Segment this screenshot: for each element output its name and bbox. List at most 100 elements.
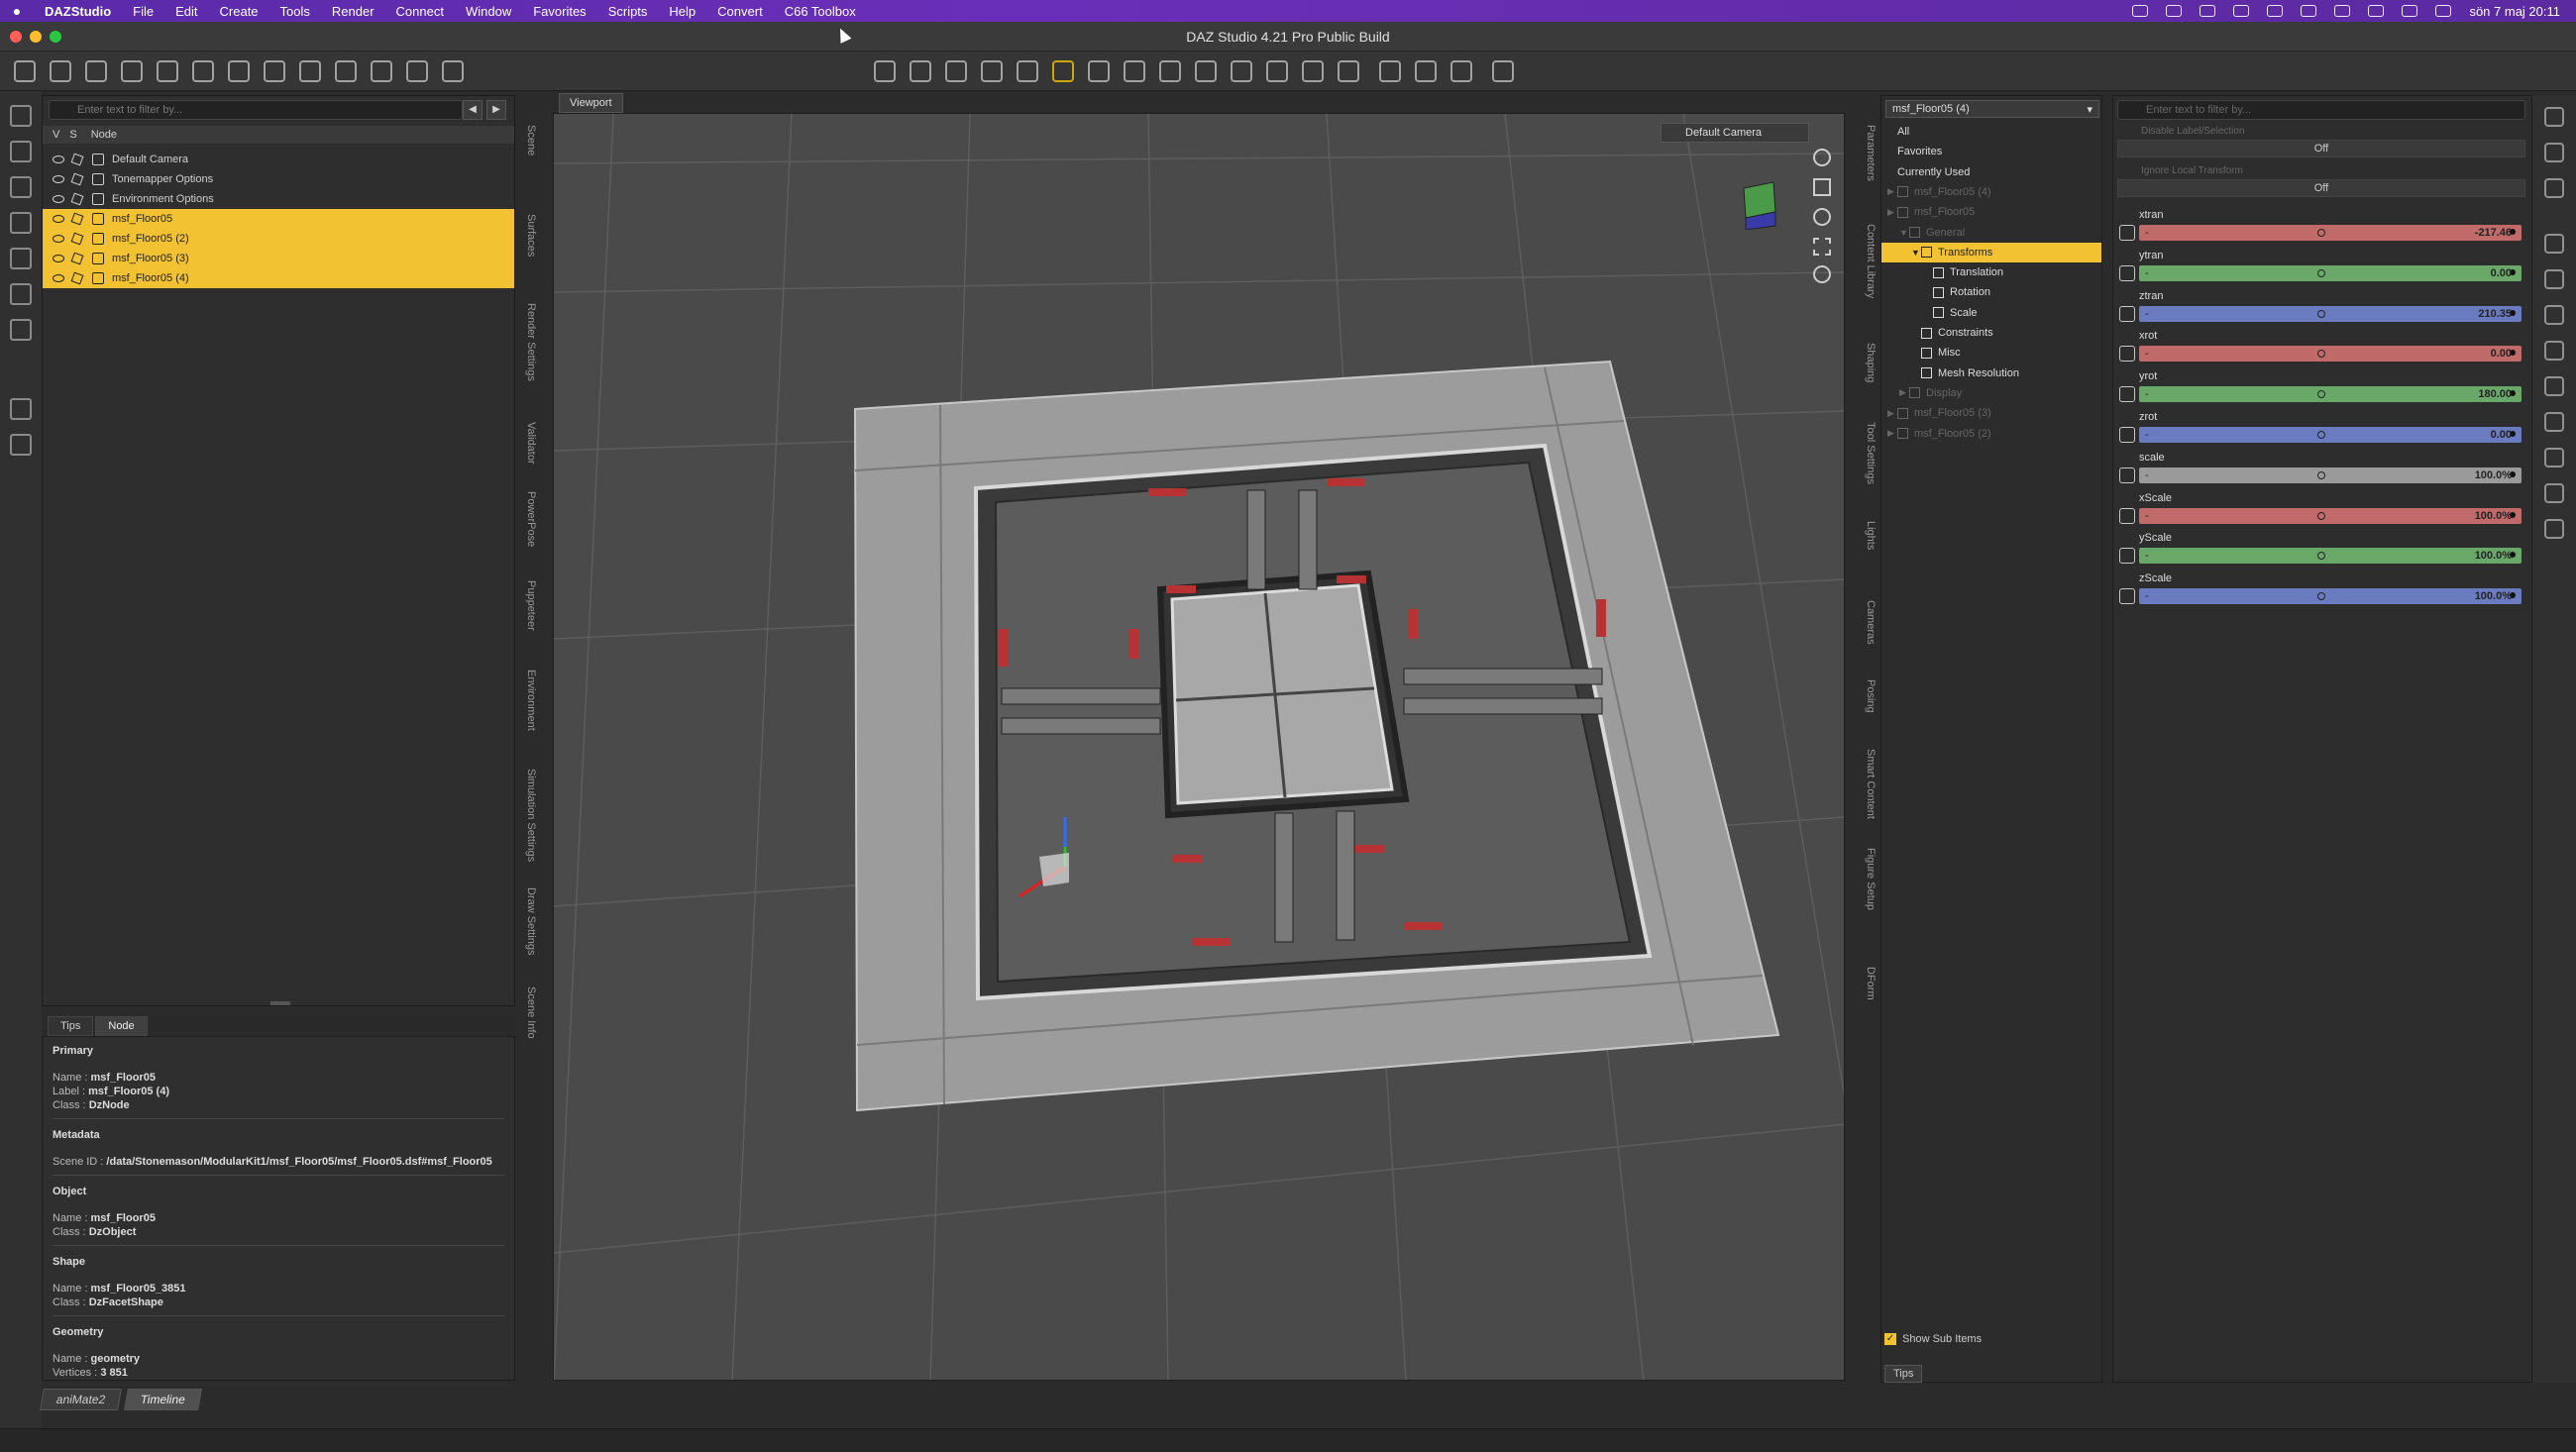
eye-icon[interactable] bbox=[53, 235, 64, 243]
expander-icon[interactable]: ▶ bbox=[1887, 186, 1897, 197]
slider-minus[interactable]: - bbox=[2145, 267, 2149, 279]
select-tool-icon[interactable] bbox=[14, 60, 36, 82]
menu-create[interactable]: Create bbox=[209, 4, 269, 19]
param-tree-item[interactable]: Misc bbox=[1881, 343, 2101, 363]
property-type-icon[interactable] bbox=[2119, 264, 2135, 281]
mesh-tool-icon[interactable] bbox=[335, 60, 357, 82]
region-render-icon[interactable] bbox=[1302, 60, 1324, 82]
apple-icon[interactable]: ● bbox=[0, 3, 34, 19]
eye-icon[interactable] bbox=[53, 255, 64, 262]
param-tree-item[interactable]: Currently Used bbox=[1881, 162, 2101, 182]
brush-icon[interactable] bbox=[2544, 305, 2564, 325]
zoom-window-button[interactable] bbox=[50, 31, 61, 43]
side-tab-cameras[interactable]: Cameras bbox=[1859, 600, 1877, 645]
spot-render-icon[interactable] bbox=[1266, 60, 1288, 82]
edge-tool-icon[interactable] bbox=[371, 60, 392, 82]
selectable-icon[interactable] bbox=[70, 212, 84, 226]
param-tree-item[interactable]: ▶ Display bbox=[1881, 383, 2101, 403]
slider-track[interactable] bbox=[2139, 588, 2522, 605]
property-type-icon[interactable] bbox=[2119, 588, 2135, 605]
slider-minus[interactable]: - bbox=[2145, 590, 2149, 602]
property-value[interactable]: -217.46 bbox=[2475, 227, 2512, 239]
minimize-window-button[interactable] bbox=[30, 31, 42, 43]
drop-to-floor-icon[interactable] bbox=[10, 398, 32, 420]
save-as-icon[interactable] bbox=[10, 248, 32, 269]
expander-icon[interactable]: ▼ bbox=[1911, 248, 1921, 258]
menu-scripts[interactable]: Scripts bbox=[597, 4, 659, 19]
lock-icon[interactable] bbox=[2544, 412, 2564, 432]
cube-tool-icon[interactable] bbox=[228, 60, 250, 82]
scene-filter-input[interactable]: Enter text to filter by... bbox=[49, 100, 463, 120]
display-icon[interactable] bbox=[2233, 5, 2250, 17]
viewport-3d[interactable] bbox=[553, 113, 1845, 1381]
target-icon[interactable] bbox=[2544, 269, 2564, 289]
orbit-icon[interactable] bbox=[1813, 149, 1831, 166]
property-type-icon[interactable] bbox=[2119, 427, 2135, 443]
bluetooth-icon[interactable] bbox=[2301, 5, 2317, 17]
property-value[interactable]: 0.00 bbox=[2491, 348, 2512, 360]
gear-icon[interactable] bbox=[2544, 341, 2564, 361]
next-arrow-icon[interactable]: ▶ bbox=[486, 100, 506, 120]
side-tab-content-library[interactable]: Content Library bbox=[1859, 224, 1877, 298]
camera-select[interactable]: Default Camera bbox=[1661, 123, 1809, 143]
slider-minus[interactable]: - bbox=[2145, 227, 2149, 239]
side-tab-lights[interactable]: Lights bbox=[1859, 521, 1877, 550]
property-value[interactable]: 0.00 bbox=[2491, 429, 2512, 441]
param-tree-item[interactable]: ▼ General bbox=[1881, 223, 2101, 243]
expander-icon[interactable]: ▶ bbox=[1899, 387, 1909, 398]
side-tab-tool-settings[interactable]: Tool Settings bbox=[1859, 422, 1877, 484]
scene-row-2[interactable]: Environment Options bbox=[43, 189, 514, 209]
warning-icon[interactable] bbox=[2544, 448, 2564, 467]
node-select-dropdown[interactable]: msf_Floor05 (4) ▾ bbox=[1885, 100, 2099, 118]
scene-row-6[interactable]: msf_Floor05 (4) bbox=[43, 268, 514, 288]
menu-convert[interactable]: Convert bbox=[706, 4, 774, 19]
figure-tool-icon[interactable] bbox=[1231, 60, 1252, 82]
parameters-filter-input[interactable]: Enter text to filter by... bbox=[2117, 100, 2525, 120]
param-tree-item[interactable]: Scale bbox=[1881, 303, 2101, 323]
selectable-icon[interactable] bbox=[70, 172, 84, 186]
tab-timeline[interactable]: Timeline bbox=[124, 1389, 203, 1410]
bone-tool-icon[interactable] bbox=[50, 60, 71, 82]
brush-tool-icon[interactable] bbox=[157, 60, 178, 82]
list-icon[interactable] bbox=[2544, 483, 2564, 503]
tab-tips[interactable]: Tips bbox=[48, 1016, 94, 1036]
menu-window[interactable]: Window bbox=[455, 4, 522, 19]
export-file-icon[interactable] bbox=[10, 283, 32, 305]
property-type-icon[interactable] bbox=[2119, 507, 2135, 524]
selectable-icon[interactable] bbox=[70, 153, 84, 166]
menu-file[interactable]: File bbox=[122, 4, 164, 19]
show-sub-items-toggle[interactable]: ✓ Show Sub Items bbox=[1884, 1333, 1982, 1345]
selectable-column[interactable]: S bbox=[59, 129, 76, 141]
scene-row-1[interactable]: Tonemapper Options bbox=[43, 169, 514, 189]
export-icon[interactable] bbox=[1415, 60, 1437, 82]
pan-icon[interactable] bbox=[1813, 178, 1831, 196]
battery-icon[interactable] bbox=[2368, 5, 2385, 17]
twist-tool-icon[interactable] bbox=[1017, 60, 1038, 82]
scene-row-3[interactable]: msf_Floor05 bbox=[43, 209, 514, 229]
property-value[interactable]: 100.0% bbox=[2475, 469, 2512, 481]
side-tab-environment[interactable]: Environment bbox=[519, 670, 537, 731]
wifi-icon[interactable] bbox=[2334, 5, 2351, 17]
slider-minus[interactable]: - bbox=[2145, 510, 2149, 522]
side-tab-simulation-settings[interactable]: Simulation Settings bbox=[519, 769, 537, 862]
reset-view-icon[interactable] bbox=[1813, 265, 1831, 283]
figure-icon[interactable] bbox=[10, 434, 32, 456]
side-tab-posing[interactable]: Posing bbox=[1859, 679, 1877, 713]
property-value[interactable]: 180.00 bbox=[2478, 388, 2512, 400]
selectable-icon[interactable] bbox=[70, 252, 84, 265]
new-scene-icon[interactable] bbox=[10, 105, 32, 127]
slider-minus[interactable]: - bbox=[2145, 550, 2149, 562]
scene-row-4[interactable]: msf_Floor05 (2) bbox=[43, 229, 514, 249]
param-tree-item[interactable]: ▶ msf_Floor05 (4) bbox=[1881, 182, 2101, 202]
menu-favorites[interactable]: Favorites bbox=[522, 4, 596, 19]
save-icon[interactable] bbox=[10, 212, 32, 234]
side-tab-render-settings[interactable]: Render Settings bbox=[519, 303, 537, 381]
frame-icon[interactable] bbox=[1813, 238, 1831, 256]
menu-render[interactable]: Render bbox=[321, 4, 385, 19]
slider-track[interactable] bbox=[2139, 264, 2522, 281]
property-type-icon[interactable] bbox=[2119, 305, 2135, 322]
selectable-icon[interactable] bbox=[70, 232, 84, 246]
undo-icon[interactable] bbox=[10, 319, 32, 341]
sphere-tool-icon[interactable] bbox=[299, 60, 321, 82]
property-value[interactable]: 100.0% bbox=[2475, 550, 2512, 562]
